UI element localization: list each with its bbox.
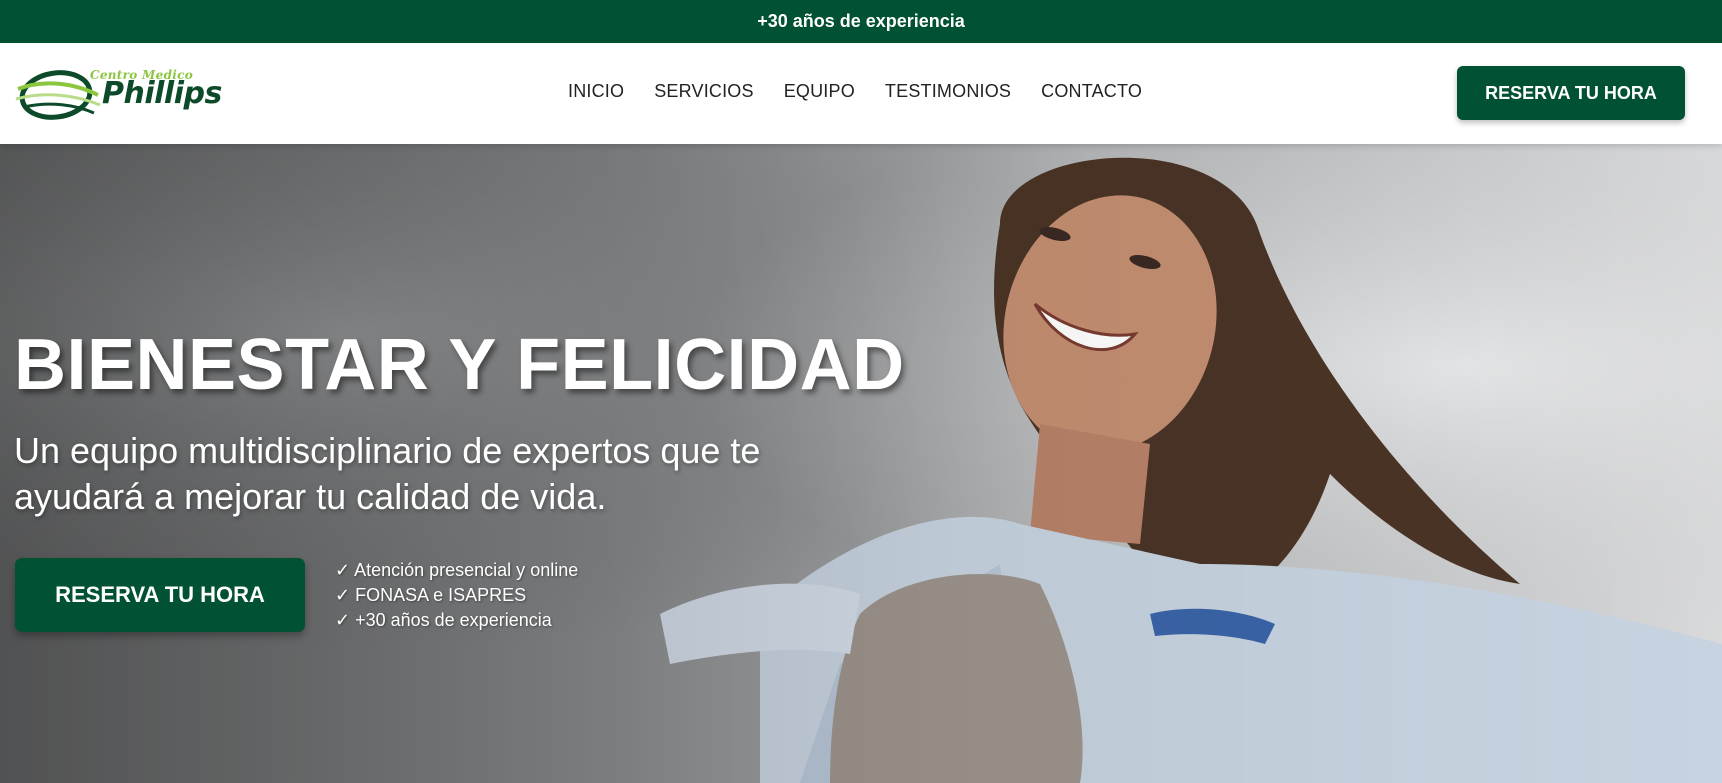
nav-item-inicio[interactable]: INICIO: [568, 81, 624, 105]
feature-list: ✓ Atención presencial y online ✓ FONASA …: [335, 558, 578, 633]
logo[interactable]: Centro Medico Phillips: [14, 61, 236, 125]
nav-item-contacto[interactable]: CONTACTO: [1041, 81, 1142, 105]
main-nav: INICIO SERVICIOS EQUIPO TESTIMONIOS CONT…: [568, 81, 1172, 105]
feature-item: ✓ +30 años de experiencia: [335, 610, 552, 630]
hero-reserve-button[interactable]: RESERVA TU HORA: [15, 558, 305, 632]
header-reserve-button[interactable]: RESERVA TU HORA: [1457, 66, 1685, 120]
nav-item-equipo[interactable]: EQUIPO: [784, 81, 855, 105]
hero-section: BIENESTAR Y FELICIDAD Un equipo multidis…: [0, 144, 1722, 783]
feature-item: ✓ FONASA e ISAPRES: [335, 585, 527, 605]
hero-title: BIENESTAR Y FELICIDAD: [14, 325, 905, 405]
nav-item-servicios[interactable]: SERVICIOS: [654, 81, 754, 105]
announcement-bar: +30 años de experiencia: [0, 0, 1722, 43]
hero-subtitle: Un equipo multidisciplinario de expertos…: [14, 430, 761, 517]
announcement-text: +30 años de experiencia: [757, 11, 965, 31]
nav-item-testimonios[interactable]: TESTIMONIOS: [885, 81, 1011, 105]
site-header: Centro Medico Phillips INICIO SERVICIOS …: [0, 43, 1722, 144]
logo-name: Phillips: [102, 76, 222, 111]
feature-item: ✓ Atención presencial y online: [335, 560, 579, 580]
